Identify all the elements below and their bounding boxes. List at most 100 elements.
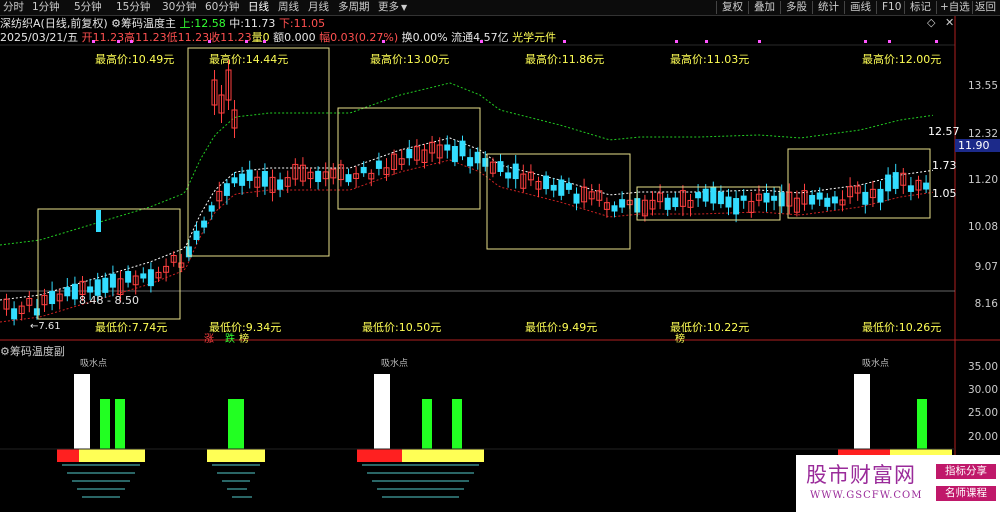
course-badge[interactable]: 名师课程 (936, 486, 996, 501)
signal-dot (563, 40, 566, 43)
candle-body (907, 185, 914, 192)
signal-dot (382, 40, 385, 43)
signal-dot (480, 40, 483, 43)
box1-high: 最高价:10.49元 (95, 53, 175, 66)
candle-body (497, 161, 504, 172)
candle-body (208, 205, 215, 212)
candle-body (923, 182, 930, 190)
box4-low: 最低价:9.49元 (525, 321, 598, 334)
candle-body (64, 287, 71, 297)
candle-body (140, 273, 147, 279)
candle-body (862, 191, 869, 205)
candle-body (451, 146, 458, 163)
gear-icon[interactable]: ⚙ (0, 345, 10, 358)
signal-dot (92, 40, 95, 43)
candle-body (49, 290, 56, 305)
box6-high: 最高价:12.00元 (862, 53, 942, 66)
axis-label: 9.07 (974, 261, 998, 273)
right-low-label: 1.05 (932, 187, 957, 200)
axis-label: 11.20 (967, 174, 998, 186)
signal-dot (130, 40, 133, 43)
candle-body (740, 195, 747, 201)
signal-dot (888, 40, 891, 43)
candle-body (201, 220, 208, 228)
candle-body (459, 140, 466, 157)
candle-body (193, 230, 200, 240)
signal-dot (758, 40, 761, 43)
candle-body (892, 172, 899, 189)
indicator-share-badge[interactable]: 指标分享 (936, 464, 996, 479)
box3-low: 最低价:10.50元 (362, 321, 442, 334)
zone-box-6 (787, 148, 931, 219)
candle-body (558, 179, 565, 196)
candle-body (345, 174, 352, 183)
candle-body (246, 169, 253, 181)
candle-body (11, 308, 18, 320)
candle-body (763, 192, 770, 203)
sub-white-bar (374, 374, 390, 449)
candle-body (816, 192, 823, 200)
watermark-url: WWW.GSCFW.COM (810, 490, 923, 501)
tag-rank-2: 榜 (675, 334, 685, 345)
sub-green-bar (115, 399, 125, 449)
candle-body (94, 279, 101, 296)
axis-label: 10.08 (967, 221, 998, 233)
signal-dot (117, 40, 120, 43)
candle-body (824, 197, 831, 207)
signal-dot (263, 40, 266, 43)
candle-body (277, 179, 284, 190)
sub-green-bar (917, 399, 927, 449)
candle-body (672, 197, 679, 208)
box6-low: 最低价:10.26元 (862, 321, 942, 334)
candle-body (467, 157, 474, 167)
box4-high: 最高价:11.86元 (525, 53, 605, 66)
current-price-badge: 11.90 (955, 139, 1000, 152)
sub-indicator-name[interactable]: 筹码温度副 (10, 345, 65, 358)
sub-green-bar (452, 399, 462, 449)
candle-body (33, 308, 40, 316)
candle-body (315, 170, 322, 183)
peak-label: 吸水点 (862, 359, 890, 369)
watermark-title: 股市财富网 (806, 463, 916, 487)
tag-rank: 榜 (239, 334, 249, 345)
candle-body (619, 199, 626, 208)
candle-body (573, 193, 580, 204)
candle-body (102, 277, 109, 293)
candle-body (809, 194, 816, 205)
candle-body (885, 174, 892, 192)
candle-body (664, 197, 671, 210)
candle-body (109, 273, 116, 288)
kline-chart[interactable] (0, 0, 1000, 512)
sub-axis-label: 25.00 (967, 407, 998, 419)
candle-body (360, 166, 367, 174)
axis-label: 8.16 (974, 298, 998, 310)
peak-label: 吸水点 (381, 359, 409, 369)
signal-dot (675, 40, 678, 43)
candle-body (771, 195, 778, 201)
candle-body (147, 269, 154, 287)
candle-body (406, 148, 413, 159)
sub-white-bar (854, 374, 870, 449)
candle-body (733, 198, 740, 215)
axis-label: 13.55 (967, 80, 998, 92)
sub-red-bar (357, 449, 402, 462)
candle-body (702, 188, 709, 202)
candle-body (71, 283, 78, 300)
low-mark-label: ←7.61 (30, 321, 61, 332)
box2-high: 最高价:14.44元 (209, 53, 289, 66)
candle-body (725, 196, 732, 208)
candle-body (375, 160, 382, 169)
mid-band-line (0, 137, 934, 301)
sub-axis-label: 20.00 (967, 431, 998, 443)
candle-body (550, 184, 557, 191)
peak-label: 吸水点 (80, 359, 108, 369)
candle-body (261, 171, 268, 187)
range-label: 8.48 - 8.50 (79, 294, 139, 307)
sub-axis-label: 30.00 (967, 384, 998, 396)
sub-axis-label: 35.00 (967, 361, 998, 373)
sub-red-bar (57, 449, 79, 462)
signal-dot (705, 40, 708, 43)
sub-green-bar (422, 399, 432, 449)
candle-body (231, 177, 238, 184)
sub-indicator-header: ⚙筹码温度副 (0, 345, 65, 359)
